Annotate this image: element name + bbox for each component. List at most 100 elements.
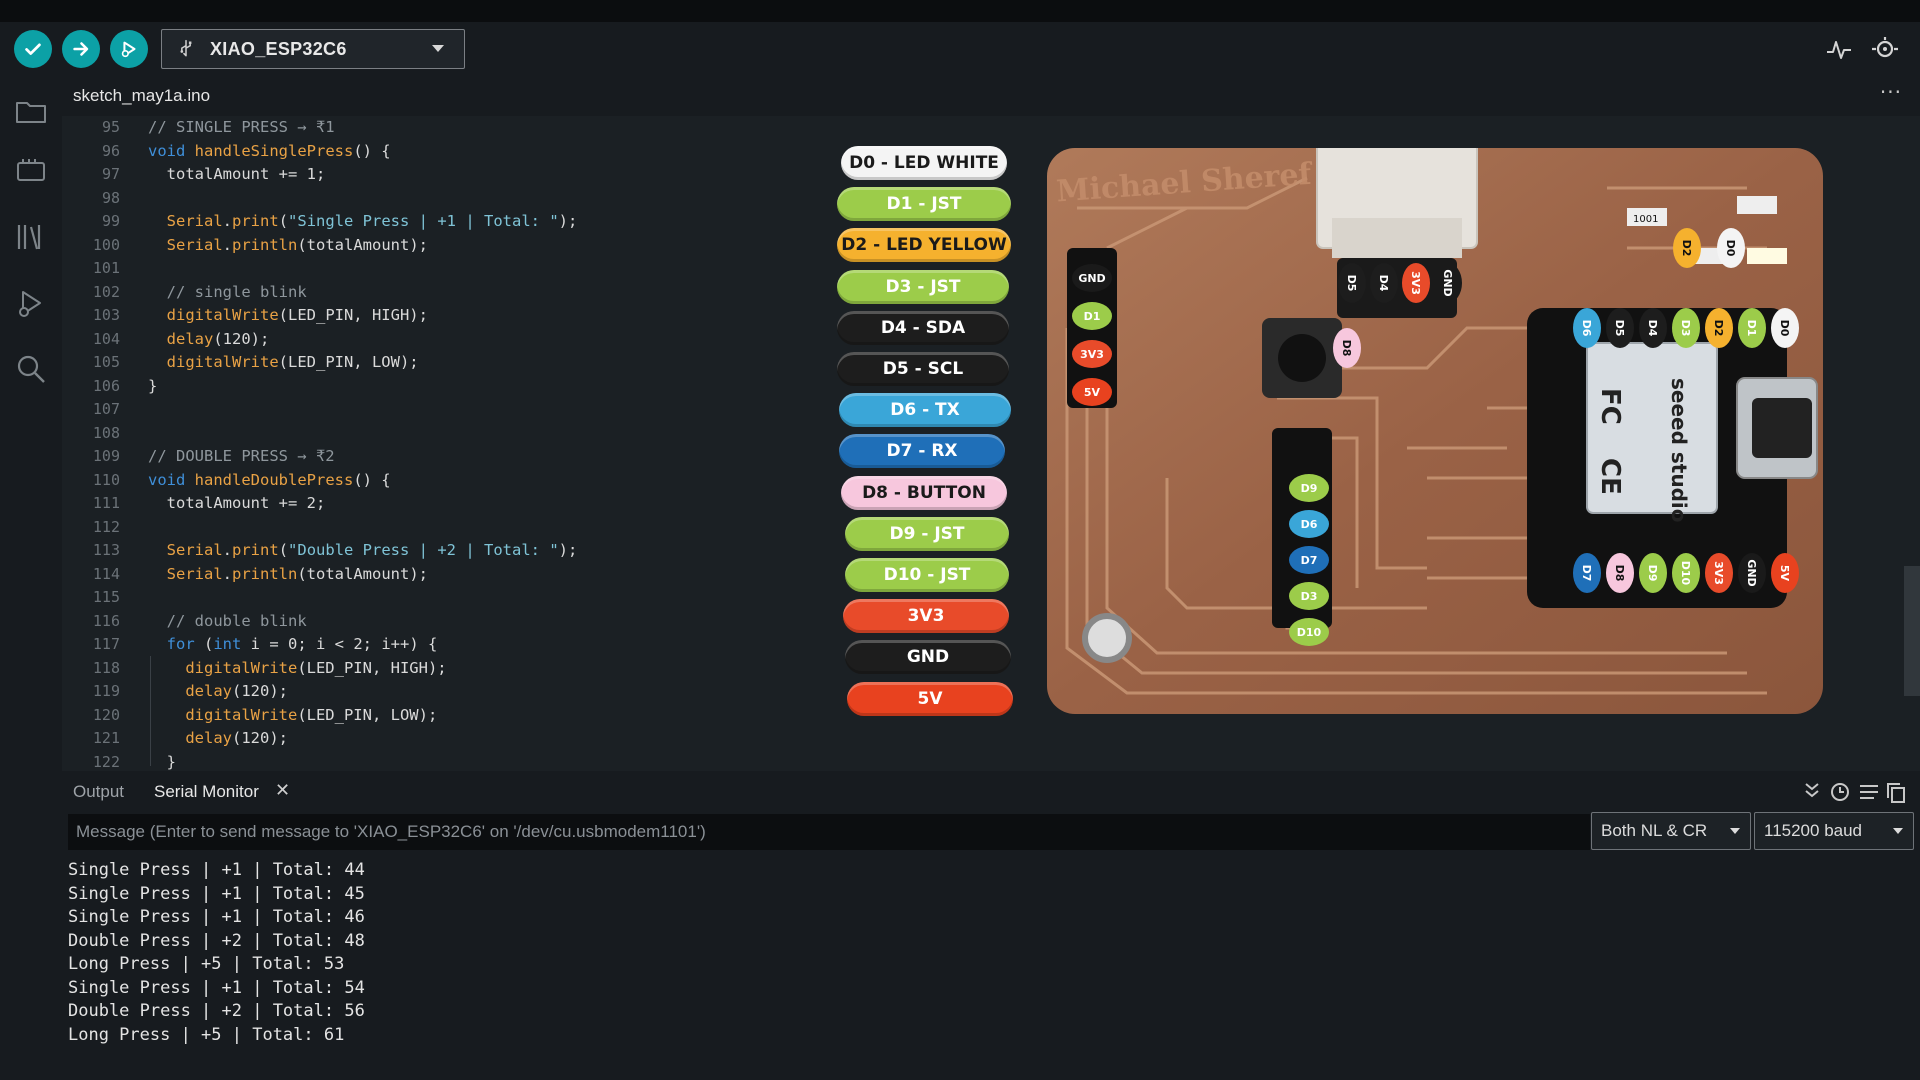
code-line: void handleDoublePress() { bbox=[148, 470, 391, 489]
search-icon[interactable] bbox=[14, 352, 48, 386]
board-pin-marker: 3V3 bbox=[1402, 263, 1430, 303]
line-number: 103 bbox=[92, 306, 120, 324]
board-pin-text: D3 bbox=[1679, 320, 1692, 337]
board-pin-marker: D7 bbox=[1573, 553, 1601, 593]
line-ending-select[interactable]: Both NL & CR bbox=[1591, 812, 1751, 850]
board-pin-text: D9 bbox=[1646, 565, 1659, 582]
verify-button[interactable] bbox=[14, 30, 52, 68]
line-number: 106 bbox=[92, 376, 120, 395]
close-icon[interactable]: ✕ bbox=[275, 780, 290, 801]
copy-icon[interactable] bbox=[1887, 783, 1905, 803]
board-pin-text: D7 bbox=[1301, 554, 1318, 567]
more-options-icon[interactable]: ··· bbox=[1880, 80, 1902, 104]
pin-label: D9 - JST bbox=[845, 516, 1009, 551]
file-tab[interactable]: sketch_may1a.ino bbox=[73, 86, 210, 106]
board-pin-marker: GND bbox=[1072, 264, 1112, 292]
board-pin-text: GND bbox=[1078, 272, 1105, 285]
line-number: 98 bbox=[101, 188, 120, 207]
tab-serial-monitor[interactable]: Serial Monitor bbox=[154, 782, 259, 802]
board-pin-marker: D0 bbox=[1771, 308, 1799, 348]
board-pin-marker: D5 bbox=[1606, 308, 1634, 348]
board-pin-marker: D2 bbox=[1673, 228, 1701, 268]
board-pin-marker: D2 bbox=[1705, 308, 1733, 348]
code-line: } bbox=[148, 376, 158, 395]
code-line: digitalWrite(LED_PIN, LOW); bbox=[166, 353, 419, 371]
debug-icon[interactable] bbox=[14, 286, 48, 320]
tab-output[interactable]: Output bbox=[73, 782, 124, 802]
board-pin-marker: D8 bbox=[1333, 328, 1361, 368]
folder-icon[interactable] bbox=[14, 94, 48, 128]
line-number-gutter: 95 96 97 98 99 100 101 102 103 104 105 106 107 108 109… bbox=[62, 116, 120, 771]
line-number: 117 bbox=[92, 635, 120, 653]
library-icon[interactable] bbox=[14, 220, 48, 254]
board-pin-marker: D0 bbox=[1717, 228, 1745, 268]
code-line: // DOUBLE PRESS → ₹2 bbox=[148, 447, 335, 465]
line-number: 101 bbox=[92, 259, 120, 277]
brand-text: seeed studio bbox=[1667, 378, 1691, 523]
code-line: for (int i = 0; i < 2; i++) { bbox=[166, 635, 438, 653]
resistor-label: 1001 bbox=[1633, 214, 1658, 225]
board-pin-text: D4 bbox=[1377, 275, 1390, 292]
serial-message-input[interactable]: Message (Enter to send message to 'XIAO_… bbox=[68, 814, 1590, 850]
board-selector[interactable]: XIAO_ESP32C6 bbox=[161, 29, 465, 69]
code-line: delay(120); bbox=[185, 729, 288, 747]
board-pin-marker: D10 bbox=[1672, 553, 1700, 593]
clear-output-icon[interactable] bbox=[1860, 785, 1878, 799]
board-name: XIAO_ESP32C6 bbox=[210, 38, 347, 59]
code-line: totalAmount += 2; bbox=[148, 494, 326, 512]
code-line: digitalWrite(LED_PIN, HIGH); bbox=[166, 306, 428, 324]
board-pin-marker: D4 bbox=[1370, 263, 1398, 303]
pin-label: D5 - SCL bbox=[837, 352, 1009, 386]
line-number: 120 bbox=[92, 705, 120, 724]
collapse-icon[interactable] bbox=[1805, 783, 1819, 798]
pcb-board-image: Michael Sheref seeed studio FC CE 1001 G… bbox=[1047, 137, 1823, 714]
line-number: 95 bbox=[101, 118, 120, 136]
pin-label: GND bbox=[845, 640, 1011, 675]
debug-button[interactable] bbox=[110, 30, 148, 68]
board-pin-marker: D5 bbox=[1338, 263, 1366, 303]
board-pin-marker: D9 bbox=[1639, 553, 1667, 593]
board-pin-text: D8 bbox=[1613, 565, 1626, 582]
pin-label: D2 - LED YELLOW bbox=[837, 228, 1011, 263]
line-number: 112 bbox=[92, 517, 120, 536]
board-pin-text: 5V bbox=[1778, 565, 1791, 582]
editor-tab-bar: sketch_may1a.ino ··· bbox=[62, 80, 1920, 116]
board-pin-marker: D6 bbox=[1573, 308, 1601, 348]
chevron-down-icon bbox=[432, 45, 444, 52]
serial-plotter-icon[interactable] bbox=[1824, 34, 1854, 64]
line-number: 119 bbox=[92, 682, 120, 700]
board-pin-text: D10 bbox=[1679, 561, 1692, 586]
board-pin-marker: D3 bbox=[1289, 582, 1329, 610]
board-pin-text: D6 bbox=[1580, 320, 1593, 337]
editor-scrollbar[interactable] bbox=[1904, 566, 1920, 696]
board-pin-marker: 3V3 bbox=[1705, 553, 1733, 593]
serial-monitor-icon[interactable] bbox=[1870, 34, 1900, 64]
line-number: 97 bbox=[101, 165, 120, 183]
pcb-board-drawing: Michael Sheref seeed studio FC CE 1001 G… bbox=[1047, 137, 1823, 714]
line-number: 107 bbox=[92, 400, 120, 418]
line-number: 102 bbox=[92, 282, 120, 301]
timestamp-icon[interactable] bbox=[1831, 783, 1849, 801]
indent-guide bbox=[150, 656, 151, 766]
upload-button[interactable] bbox=[62, 30, 100, 68]
line-number: 111 bbox=[92, 494, 120, 512]
board-pin-marker: 5V bbox=[1771, 553, 1799, 593]
board-pin-marker: D8 bbox=[1606, 553, 1634, 593]
baud-rate-select[interactable]: 115200 baud bbox=[1754, 812, 1914, 850]
line-number: 110 bbox=[92, 470, 120, 489]
board-pin-text: D3 bbox=[1301, 590, 1318, 603]
pin-label: 3V3 bbox=[843, 599, 1009, 634]
boards-manager-icon[interactable] bbox=[14, 154, 48, 188]
serial-line: Double Press | +2 | Total: 48 bbox=[68, 930, 365, 951]
line-number: 121 bbox=[92, 729, 120, 747]
pin-label: D7 - RX bbox=[839, 434, 1005, 469]
line-number: 122 bbox=[92, 752, 120, 771]
serial-line: Single Press | +1 | Total: 54 bbox=[68, 977, 365, 998]
debug-play-icon bbox=[121, 41, 136, 58]
code-content[interactable]: // SINGLE PRESS → ₹1 void handleSinglePr… bbox=[148, 116, 577, 771]
board-pin-marker: D1 bbox=[1738, 308, 1766, 348]
code-line: // single blink bbox=[166, 282, 307, 301]
line-number: 108 bbox=[92, 423, 120, 442]
code-line: } bbox=[148, 752, 176, 771]
